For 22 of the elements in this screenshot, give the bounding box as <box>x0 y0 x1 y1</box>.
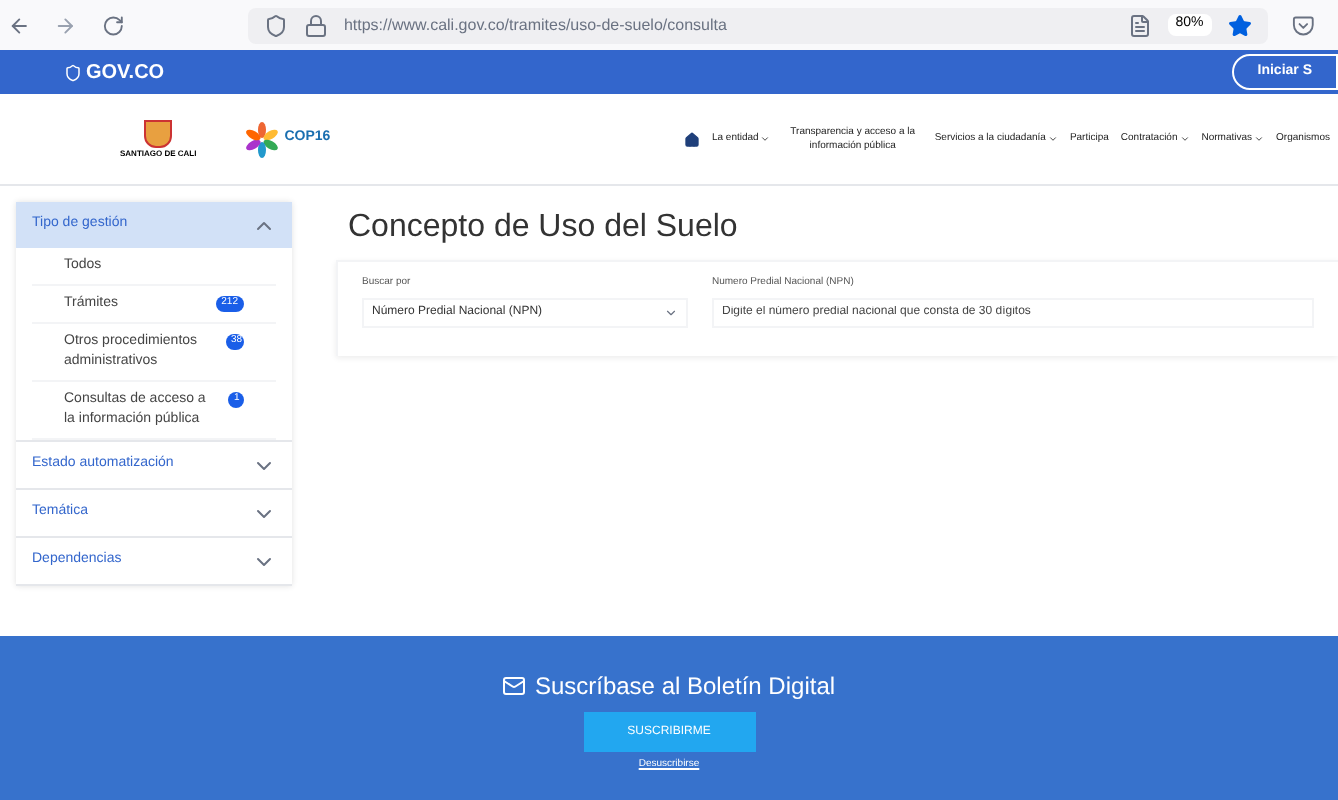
home-icon[interactable] <box>683 131 700 147</box>
url-text: https://www.cali.gov.co/tramites/uso-de-suelo/consulta <box>343 13 729 37</box>
lock-icon <box>303 13 328 37</box>
shield-icon <box>144 119 173 147</box>
gov-logo[interactable]: GOV.CO <box>86 57 165 87</box>
chevron-down-icon <box>664 305 678 319</box>
caret-icon <box>1047 134 1058 144</box>
back-icon[interactable] <box>8 13 31 37</box>
caret-icon <box>1179 134 1190 144</box>
reader-icon[interactable] <box>1127 13 1152 37</box>
forward-icon[interactable] <box>54 13 78 37</box>
reload-icon[interactable] <box>101 13 124 37</box>
caret-icon <box>760 134 771 144</box>
flower-icon <box>244 121 281 157</box>
shield-icon <box>64 63 82 81</box>
caret-icon <box>1254 134 1265 144</box>
newsletter-title: Suscríbase al Boletín Digital <box>534 670 836 704</box>
mail-icon <box>502 674 527 698</box>
star-icon[interactable] <box>1227 13 1252 37</box>
page-title: Concepto de Uso del Suelo <box>348 208 740 248</box>
pocket-icon[interactable] <box>1291 13 1315 37</box>
shield-icon <box>263 13 288 37</box>
